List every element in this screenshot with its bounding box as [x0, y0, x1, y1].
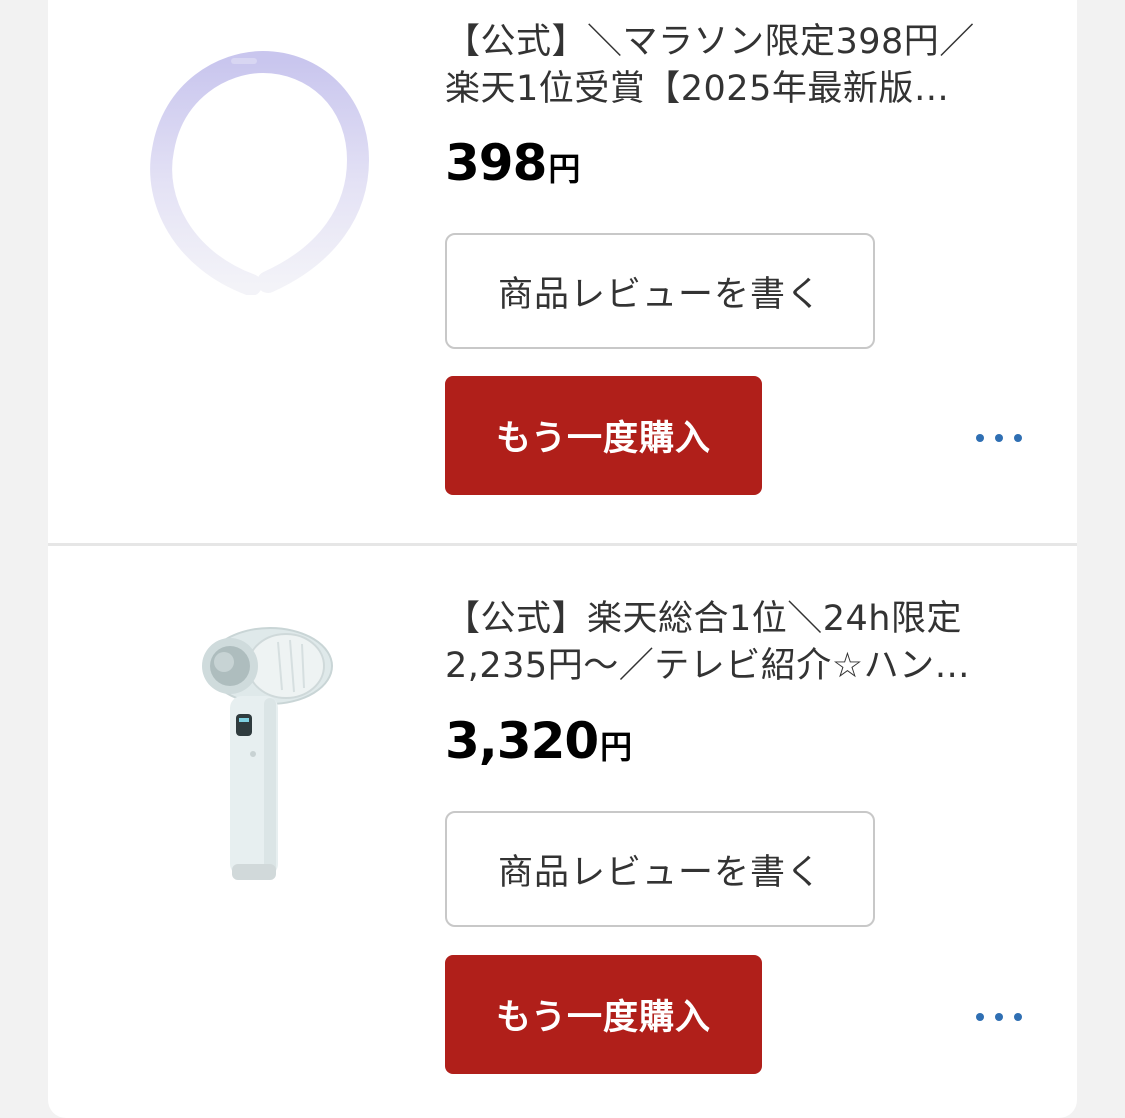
buy-again-button[interactable]: もう一度購入	[445, 376, 762, 495]
more-dots-icon[interactable]	[976, 1010, 1022, 1024]
price-currency: 円	[548, 150, 581, 188]
list-item: 【公式】楽天総合1位＼24h限定 2,235円～／テレビ紹介☆ハン… 3,320…	[48, 546, 1077, 1118]
list-item: 【公式】＼マラソン限定398円／ 楽天1位受賞【2025年最新版… 398円 商…	[48, 0, 1077, 543]
product-title[interactable]: 【公式】楽天総合1位＼24h限定 2,235円～／テレビ紹介☆ハン…	[445, 596, 1035, 690]
product-price: 398円	[445, 134, 580, 192]
buy-again-button[interactable]: もう一度購入	[445, 955, 762, 1074]
product-title[interactable]: 【公式】＼マラソン限定398円／ 楽天1位受賞【2025年最新版…	[445, 19, 1035, 113]
more-dots-icon[interactable]	[976, 431, 1022, 445]
price-value: 398	[445, 134, 547, 192]
price-currency: 円	[600, 728, 633, 766]
write-review-button[interactable]: 商品レビューを書く	[445, 811, 875, 927]
handheld-fan-image[interactable]	[198, 626, 333, 891]
purchase-history-card: 【公式】＼マラソン限定398円／ 楽天1位受賞【2025年最新版… 398円 商…	[48, 0, 1077, 1118]
write-review-button[interactable]: 商品レビューを書く	[445, 233, 875, 349]
price-value: 3,320	[445, 712, 599, 770]
neck-cooling-ring-image[interactable]	[143, 50, 373, 296]
product-price: 3,320円	[445, 712, 632, 770]
